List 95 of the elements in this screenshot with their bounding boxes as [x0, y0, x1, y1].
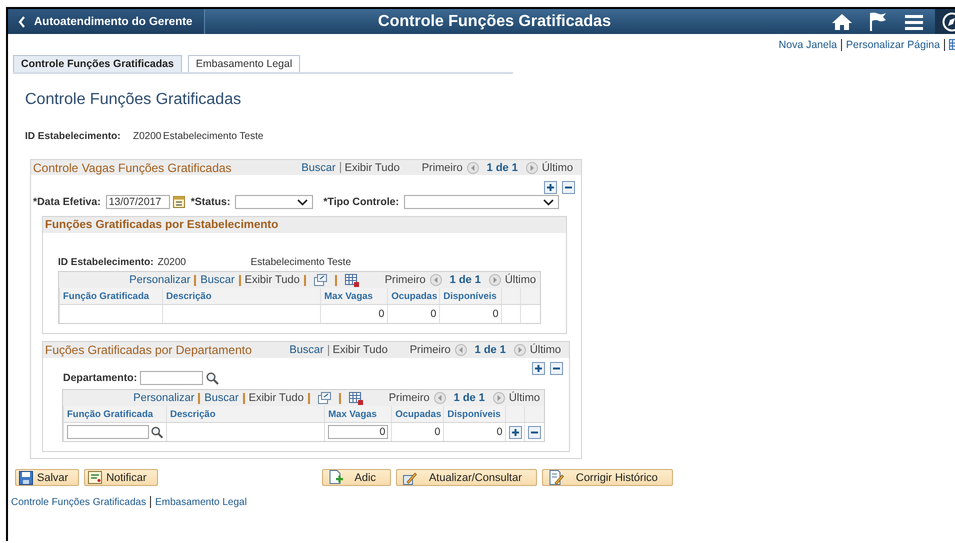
- notify-button[interactable]: Notificar: [84, 469, 158, 486]
- zoom-icon[interactable]: [318, 392, 331, 404]
- column-header: Ocupadas: [392, 406, 444, 422]
- add-button[interactable]: Adic: [322, 469, 391, 486]
- table-cell: 0: [378, 308, 384, 320]
- field-label: *Data Efetiva:: [33, 196, 101, 208]
- table-cell: 0: [434, 426, 440, 438]
- add-row-icon[interactable]: [509, 426, 522, 438]
- last-label: Último: [508, 392, 540, 404]
- home-icon[interactable]: [832, 12, 852, 30]
- column-header: Descrição: [162, 288, 321, 304]
- back-button[interactable]: Autoatendimento do Gerente: [8, 9, 205, 34]
- add-row-icon[interactable]: [532, 362, 545, 375]
- row-count: 1 de 1: [474, 344, 506, 356]
- last-label: Último: [530, 344, 561, 356]
- first-label: Primeiro: [410, 344, 451, 356]
- section-title: Fuções Gratificadas por Departamento: [45, 343, 252, 357]
- field-label: *Tipo Controle:: [323, 196, 400, 208]
- back-icon: [18, 16, 26, 28]
- document-plus-icon: [328, 470, 343, 485]
- date-field[interactable]: 13/07/2017: [106, 195, 170, 209]
- header-link[interactable]: Personalizar Página: [846, 38, 940, 50]
- delete-row-icon[interactable]: [562, 181, 575, 194]
- dropdown[interactable]: [235, 195, 314, 209]
- zoom-icon[interactable]: [314, 274, 327, 286]
- row-count: 1 de 1: [450, 274, 481, 286]
- first-label: Primeiro: [388, 392, 430, 404]
- input-field[interactable]: 0: [328, 425, 388, 439]
- find-link[interactable]: Buscar: [301, 162, 336, 174]
- table-cell: 0: [492, 308, 498, 320]
- section-title: Controle Vagas Funções Gratificadas: [33, 160, 232, 174]
- table-cell: 0: [430, 308, 436, 320]
- tab[interactable]: Embasamento Legal: [188, 55, 300, 72]
- field-value: Estabelecimento Teste: [250, 256, 352, 268]
- column-header: Max Vagas: [320, 288, 388, 304]
- floppy-icon: [19, 470, 33, 484]
- flag-icon[interactable]: [868, 12, 888, 32]
- column-header: Disponíveis: [444, 406, 506, 422]
- row-count: 1 de 1: [454, 392, 485, 404]
- field-label: Departamento:: [63, 372, 138, 384]
- menu-icon[interactable]: [905, 14, 923, 30]
- column-header: Descrição: [166, 406, 325, 422]
- field-value: Z0200: [133, 130, 162, 142]
- column-header: Ocupadas: [388, 288, 440, 304]
- column-header: Max Vagas: [324, 406, 392, 422]
- caret-icon: [297, 198, 308, 206]
- section-title: Funções Gratificadas por Estabelecimento: [45, 219, 278, 231]
- view-all-link[interactable]: Exibir Tudo: [344, 162, 400, 174]
- window-title: Controle Funções Gratificadas: [378, 12, 611, 30]
- footer-link[interactable]: Controle Funções Gratificadas: [11, 496, 146, 508]
- download-grid-icon[interactable]: [344, 274, 359, 286]
- field-label: *Status:: [190, 196, 230, 208]
- first-label: Primeiro: [384, 274, 426, 286]
- last-label: Último: [542, 162, 573, 174]
- update-button[interactable]: Atualizar/Consultar: [396, 469, 537, 486]
- delete-row-icon[interactable]: [528, 426, 542, 438]
- input-field[interactable]: [67, 425, 149, 439]
- column-header: Disponíveis: [440, 288, 502, 304]
- view-all-link[interactable]: Exibir Tudo: [248, 392, 304, 404]
- field-label: ID Estabelecimento:: [25, 130, 122, 142]
- column-header: Função Gratificada: [60, 288, 163, 304]
- table-icon[interactable]: [949, 39, 955, 50]
- header-link[interactable]: Nova Janela: [778, 38, 838, 50]
- note-icon: [88, 471, 102, 484]
- view-all-link[interactable]: Exibir Tudo: [244, 274, 300, 286]
- last-label: Último: [504, 274, 536, 286]
- field-value: Z0200: [158, 256, 187, 268]
- find-link[interactable]: Buscar: [289, 344, 324, 356]
- view-all-link[interactable]: Exibir Tudo: [332, 344, 388, 356]
- compass-icon[interactable]: [941, 12, 955, 32]
- table-cell: 0: [496, 426, 502, 438]
- search-icon[interactable]: [206, 372, 220, 384]
- find-link[interactable]: Buscar: [200, 274, 235, 286]
- page-title: Controle Funções Gratificadas: [25, 91, 242, 110]
- tab[interactable]: Controle Funções Gratificadas: [13, 55, 182, 72]
- field-value: Estabelecimento Teste: [163, 130, 264, 142]
- column-header: Função Gratificada: [64, 406, 167, 422]
- row-count: 1 de 1: [486, 162, 518, 174]
- find-link[interactable]: Buscar: [204, 392, 239, 404]
- personalize-link[interactable]: Personalizar: [133, 392, 194, 404]
- footer-link[interactable]: Embasamento Legal: [155, 496, 247, 508]
- caret-icon: [543, 198, 554, 206]
- correct-history-button[interactable]: Corrigir Histórico: [542, 469, 673, 486]
- calendar-icon[interactable]: [172, 196, 185, 208]
- pencil-icon: [402, 470, 417, 484]
- search-icon[interactable]: [150, 426, 164, 438]
- personalize-link[interactable]: Personalizar: [129, 274, 190, 286]
- input-field[interactable]: [140, 371, 204, 385]
- field-label: ID Estabelecimento:: [58, 256, 154, 268]
- add-row-icon[interactable]: [544, 181, 557, 194]
- save-button[interactable]: Salvar: [15, 469, 80, 486]
- download-grid-icon[interactable]: [348, 392, 363, 404]
- document-pencil-icon: [548, 470, 564, 485]
- first-label: Primeiro: [422, 162, 463, 174]
- delete-row-icon[interactable]: [550, 362, 563, 375]
